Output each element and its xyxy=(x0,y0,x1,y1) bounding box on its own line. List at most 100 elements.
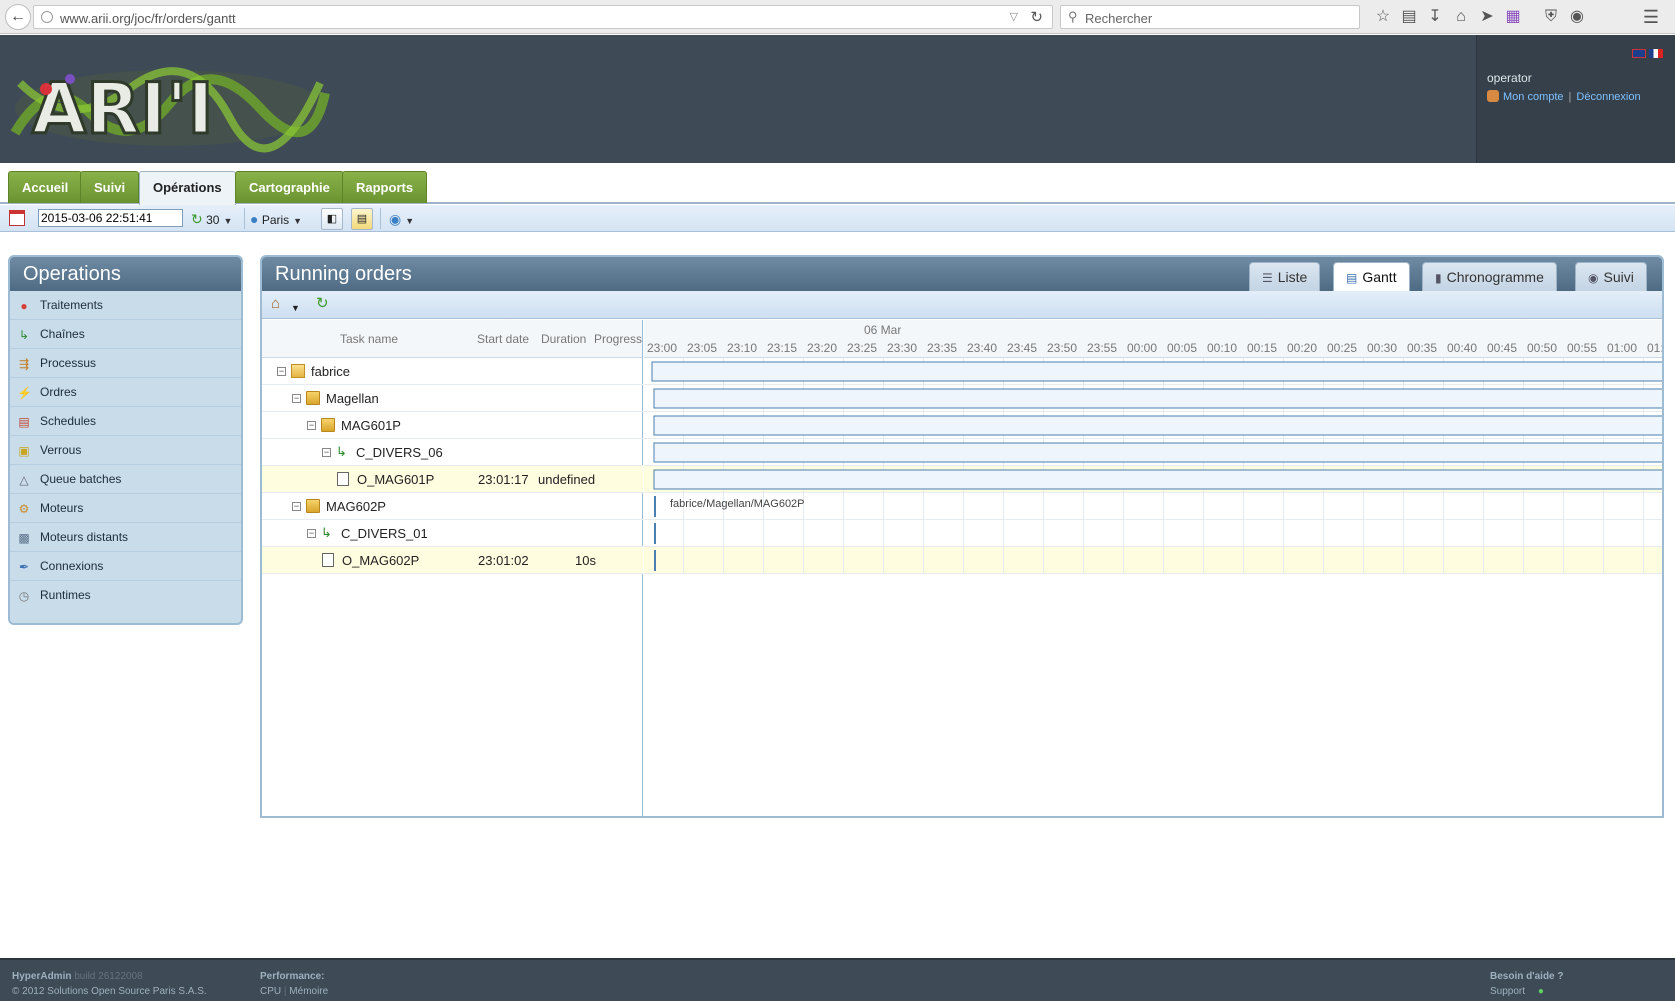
support-link[interactable]: Support ● xyxy=(1490,986,1544,997)
task-bar[interactable] xyxy=(653,469,1662,490)
flag-fr-icon[interactable] xyxy=(1649,49,1663,58)
tab-rapports[interactable]: Rapports xyxy=(342,171,428,203)
chain-icon: ↳ xyxy=(321,525,332,540)
logout-link[interactable]: Déconnexion xyxy=(1576,91,1640,103)
shield-icon[interactable]: ⛨ xyxy=(1540,6,1562,28)
task-bar-marker[interactable] xyxy=(654,496,656,517)
reload-icon[interactable]: ↻ xyxy=(1030,8,1043,26)
layout-top-button[interactable]: ▤ xyxy=(351,208,373,230)
collapse-toggle-icon[interactable]: − xyxy=(292,502,301,511)
col-task-name[interactable]: Task name xyxy=(340,332,398,346)
tab-accueil[interactable]: Accueil xyxy=(8,171,83,203)
menu-item-schedules[interactable]: ▤ Schedules xyxy=(10,407,241,436)
col-progress[interactable]: Progress xyxy=(594,332,642,346)
table-row[interactable]: − MAG602P xyxy=(262,493,643,520)
download-icon[interactable]: ↧ xyxy=(1424,6,1446,28)
layout-left-button[interactable]: ◧ xyxy=(321,208,343,230)
table-row[interactable]: − ↳ C_DIVERS_01 xyxy=(262,520,643,547)
dropdown-arrow-icon[interactable]: ▽ xyxy=(1010,10,1018,23)
memory-link[interactable]: Mémoire xyxy=(289,986,328,997)
table-row[interactable]: − MAG601P xyxy=(262,412,643,439)
home-icon[interactable]: ⌂ xyxy=(1450,6,1472,28)
timezone-select[interactable]: ● Paris ▼ xyxy=(250,210,302,228)
task-bar[interactable] xyxy=(653,388,1662,409)
task-bar[interactable] xyxy=(651,361,1662,382)
runtime-icon: ◷ xyxy=(18,589,30,603)
collapse-toggle-icon[interactable]: − xyxy=(307,421,316,430)
task-bar-marker[interactable] xyxy=(654,523,656,544)
eye-icon: ◉ xyxy=(1588,271,1599,285)
browser-toolbar: ← www.arii.org/joc/fr/orders/gantt ▽ ↻ ⚲… xyxy=(0,0,1675,34)
user-icon xyxy=(1487,90,1499,102)
address-bar[interactable]: www.arii.org/joc/fr/orders/gantt ▽ ↻ xyxy=(33,5,1053,29)
tab-gantt[interactable]: ▤ Gantt xyxy=(1333,262,1410,291)
folder-icon xyxy=(321,418,335,432)
url-text: www.arii.org/joc/fr/orders/gantt xyxy=(60,11,236,26)
globe-icon xyxy=(41,11,53,23)
collapse-toggle-icon[interactable]: − xyxy=(322,448,331,457)
tab-suivi[interactable]: Suivi xyxy=(80,171,140,203)
gantt-grid: − fabrice − Magellan − MAG601P − ↳ C_DIVERS_06 O_… xyxy=(262,358,643,816)
table-row[interactable]: O_MAG601P 23:01:17 undefined xyxy=(262,466,643,493)
brand-name: HyperAdmin xyxy=(12,971,72,982)
col-duration[interactable]: Duration xyxy=(541,332,586,346)
menu-item-connexions[interactable]: ✒ Connexions xyxy=(10,552,241,581)
menu-item-moteurs[interactable]: ⚙ Moteurs xyxy=(10,494,241,523)
col-start-date[interactable]: Start date xyxy=(477,332,529,346)
calendar-icon[interactable] xyxy=(9,210,25,226)
refresh-icon[interactable]: ↻ xyxy=(316,296,329,312)
menu-item-runtimes[interactable]: ◷ Runtimes xyxy=(10,581,241,610)
browser-search-input[interactable]: ⚲ Rechercher xyxy=(1060,5,1360,29)
menu-item-verrous[interactable]: ▣ Verrous xyxy=(10,436,241,465)
account-link[interactable]: Mon compte xyxy=(1503,91,1564,103)
apps-grid-icon[interactable]: ▦ xyxy=(1502,6,1524,28)
chevron-down-icon[interactable]: ▼ xyxy=(291,300,300,316)
home-icon[interactable]: ⌂ xyxy=(271,296,280,312)
collapse-toggle-icon[interactable]: − xyxy=(277,367,286,376)
back-button[interactable]: ← xyxy=(5,4,31,30)
table-row[interactable]: − ↳ C_DIVERS_06 xyxy=(262,439,643,466)
globe-icon: ● xyxy=(250,211,259,227)
menu-item-processus[interactable]: ⇶ Processus xyxy=(10,349,241,378)
menu-item-moteurs-distants[interactable]: ▩ Moteurs distants xyxy=(10,523,241,552)
perf-title: Performance: xyxy=(260,971,325,982)
chat-icon[interactable]: ◉ xyxy=(1566,6,1588,28)
tab-liste[interactable]: ☰ Liste xyxy=(1249,262,1321,291)
send-icon[interactable]: ➤ xyxy=(1476,6,1498,28)
table-row[interactable]: O_MAG602P 23:01:02 10s xyxy=(262,547,643,574)
menu-item-chaines[interactable]: ↳ Chaînes xyxy=(10,320,241,349)
date-input[interactable] xyxy=(38,209,183,227)
scale-tick-label: 23:40 xyxy=(967,341,997,355)
tab-chronogramme[interactable]: ▮ Chronogramme xyxy=(1422,262,1557,291)
tab-cartographie[interactable]: Cartographie xyxy=(235,171,344,203)
help-select[interactable]: ◉ ▼ xyxy=(389,210,414,228)
chevron-down-icon: ▼ xyxy=(293,216,303,226)
task-bar[interactable] xyxy=(653,442,1662,463)
star-icon[interactable]: ☆ xyxy=(1372,6,1394,28)
task-name: MAG602P xyxy=(326,499,386,514)
collapse-toggle-icon[interactable]: − xyxy=(292,394,301,403)
refresh-select[interactable]: ↻ 30 ▼ xyxy=(191,210,232,228)
app-toolbar: ↻ 30▼ ● Paris▼ ◧ ▤ ◉▼ xyxy=(0,205,1675,232)
timescale-svg: 06 Mar 23:00 23:05 23:10 23:15 23:20 23:25 23:3… xyxy=(647,323,1662,355)
tab-operations[interactable]: Opérations xyxy=(139,171,236,205)
cpu-link[interactable]: CPU xyxy=(260,986,281,997)
gantt-bars-svg: fabrice/Magellan/MAG602P xyxy=(644,358,1662,574)
task-bar[interactable] xyxy=(653,415,1662,436)
menu-item-queue-batches[interactable]: △ Queue batches xyxy=(10,465,241,494)
task-bar-marker[interactable] xyxy=(654,550,656,571)
arii-logo: ARI'I xyxy=(10,67,330,153)
scale-tick-label: 23:25 xyxy=(847,341,877,355)
table-row[interactable]: − Magellan xyxy=(262,385,643,412)
tab-suivi-view[interactable]: ◉ Suivi xyxy=(1575,262,1647,291)
reading-list-icon[interactable]: ▤ xyxy=(1398,6,1420,28)
table-row[interactable]: − fabrice xyxy=(262,358,643,385)
main-tabs: Accueil Suivi Opérations Cartographie Ra… xyxy=(0,163,1675,205)
menu-item-traitements[interactable]: ● Traitements xyxy=(10,291,241,320)
menu-icon[interactable]: ☰ xyxy=(1640,6,1662,28)
link-separator: | xyxy=(1568,91,1572,103)
user-panel: operator Mon compte | Déconnexion xyxy=(1476,35,1675,163)
menu-item-ordres[interactable]: ⚡ Ordres xyxy=(10,378,241,407)
flag-uk-icon[interactable] xyxy=(1632,49,1646,58)
collapse-toggle-icon[interactable]: − xyxy=(307,529,316,538)
